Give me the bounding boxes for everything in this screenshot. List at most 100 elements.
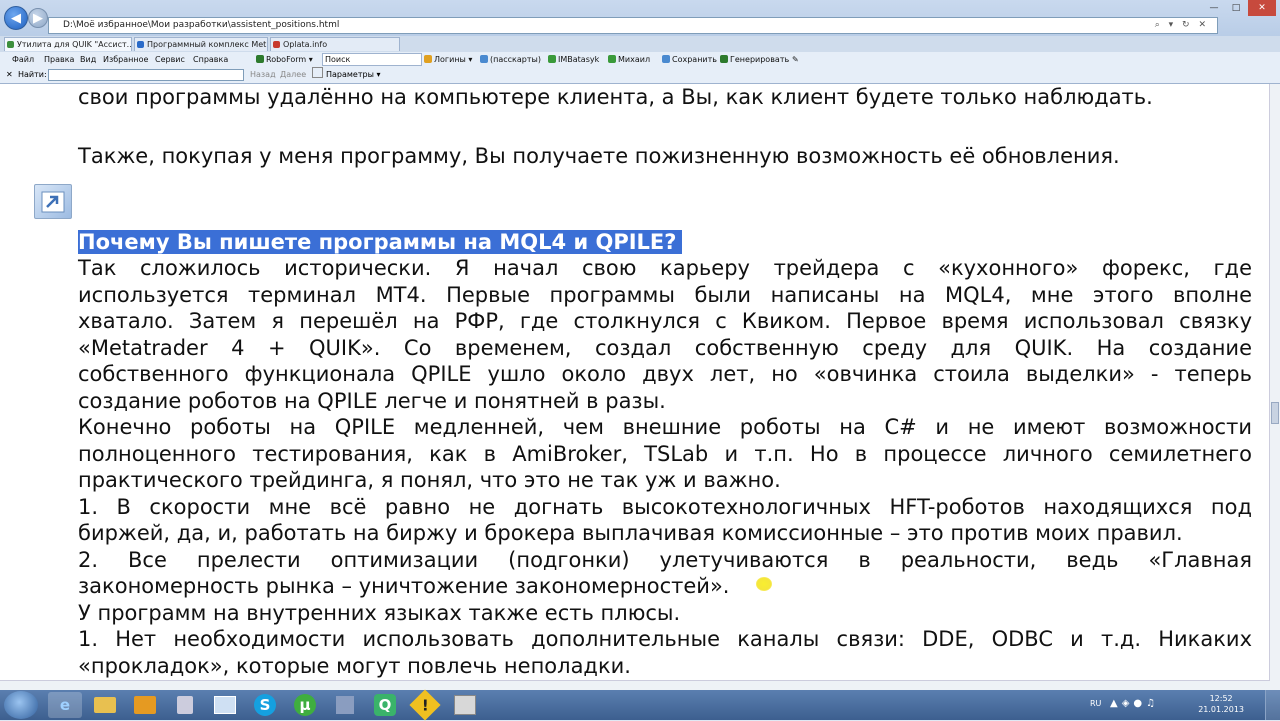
scroll-to-top-icon[interactable]	[34, 184, 72, 219]
logins-button[interactable]: Логины ▾	[424, 52, 472, 67]
logins-label: Логины	[434, 55, 466, 64]
tray-icons[interactable]: ▲◈●♫	[1110, 698, 1159, 709]
ie-browser-icon[interactable]: e	[48, 692, 82, 718]
calculator-icon[interactable]	[168, 692, 202, 718]
find-label: Найти:	[18, 70, 47, 79]
language-indicator[interactable]: RU	[1090, 699, 1101, 708]
roboform-button[interactable]: RoboForm ▾	[256, 52, 313, 67]
clock-time: 12:52	[1209, 694, 1233, 703]
menu-tools[interactable]: Сервис	[155, 52, 185, 67]
find-back-button[interactable]: Назад	[250, 67, 276, 83]
page-content: свои программы удалённо на компьютере кл…	[0, 84, 1270, 690]
show-desktop-button[interactable]	[1265, 690, 1280, 720]
text-line: используется терминал MT4. Первые програ…	[78, 282, 1252, 307]
text-line: закономерность рынка – уничтожение закон…	[78, 574, 730, 598]
address-text: D:\Моё избранное\Мои разработки\assisten…	[63, 20, 340, 30]
paragraph-update: Также, покупая у меня программу, Вы полу…	[78, 144, 1120, 168]
key-icon	[424, 55, 432, 63]
maximize-icon[interactable]: □	[1226, 0, 1246, 16]
save-icon	[662, 55, 670, 63]
mikhail-button[interactable]: Михаил	[608, 52, 650, 67]
app-window-icon[interactable]	[448, 692, 482, 718]
mouse-cursor-highlight	[756, 577, 772, 591]
tab-label: Утилита для QUIK "Ассист...	[17, 40, 132, 49]
imbatsyk-label: IMBatasyk	[558, 55, 600, 64]
forward-arrow-icon[interactable]: ▶	[28, 8, 48, 28]
section-heading: Почему Вы пишете программы на MQL4 и QPI…	[78, 230, 683, 254]
generate-icon	[720, 55, 728, 63]
close-find-icon[interactable]: ✕	[6, 67, 13, 83]
pen-icon[interactable]: ✎	[792, 52, 799, 67]
address-bar[interactable]: D:\Моё избранное\Мои разработки\assisten…	[48, 17, 1218, 34]
save-button[interactable]: Сохранить	[662, 52, 717, 67]
text-line: Конечно роботы на QPILE медленней, чем в…	[78, 415, 1252, 439]
find-next-button[interactable]: Далее	[280, 67, 306, 83]
tab-bar: Утилита для QUIK "Ассист... Программный …	[0, 36, 1280, 53]
window-shape	[214, 696, 236, 714]
utorrent-icon[interactable]: µ	[288, 692, 322, 718]
quik-shape: Q	[374, 694, 396, 716]
text-line: полноценного тестирования, как в AmiBrok…	[78, 441, 1252, 466]
text-line-top: свои программы удалённо на компьютере кл…	[78, 85, 1153, 109]
roboform-label: RoboForm	[266, 55, 307, 64]
warning-mark: !	[421, 696, 429, 714]
close-icon[interactable]: ✕	[1248, 0, 1276, 16]
vertical-scrollbar[interactable]	[1269, 84, 1280, 690]
menu-help[interactable]: Справка	[193, 52, 228, 67]
system-clock[interactable]: 12:52 21.01.2013	[1198, 693, 1244, 715]
quik-icon[interactable]: Q	[368, 692, 402, 718]
back-arrow-icon[interactable]: ◀	[4, 6, 28, 30]
menu-view[interactable]: Вид	[80, 52, 96, 67]
tab-oplata[interactable]: Oplata.info	[270, 37, 400, 51]
find-input[interactable]	[48, 69, 244, 81]
text-line: собственного функционала QPILE ушло окол…	[78, 362, 1252, 386]
window-icon[interactable]	[208, 692, 242, 718]
mikhail-label: Михаил	[618, 55, 651, 64]
text-line: «прокладок», которые могут повлечь непол…	[78, 653, 631, 678]
start-button-icon[interactable]	[4, 691, 38, 719]
text-line: хватало. Затем я перешёл на РФР, где сто…	[78, 309, 1252, 333]
identity-icon	[548, 55, 556, 63]
menu-bar: Файл Правка Вид Избранное Сервис Справка…	[0, 52, 1280, 68]
browser-titlebar: ◀ ▶ D:\Моё избранное\Мои разработки\assi…	[0, 0, 1280, 36]
find-options-button[interactable]: Параметры ▾	[312, 67, 380, 83]
menu-edit[interactable]: Правка	[44, 52, 74, 67]
warning-shape: !	[409, 689, 441, 721]
text-line: 1. В скорости мне всё равно не догнать в…	[78, 494, 1252, 519]
tab-quik-utility[interactable]: Утилита для QUIK "Ассист...	[4, 37, 132, 51]
text-line: 2. Все прелести оптимизации (подгонки) у…	[78, 547, 1252, 572]
menu-file[interactable]: Файл	[12, 52, 34, 67]
text-line: биржей, да, и, работать на биржу и броке…	[78, 521, 1183, 545]
skype-shape: S	[254, 694, 276, 716]
setup-icon[interactable]	[328, 692, 362, 718]
windows-taskbar: e S µ Q ! RU ▲◈●♫ 12:52 21.01.2013	[0, 689, 1280, 721]
passcards-label: (пасскарты)	[490, 55, 541, 64]
menu-favorites[interactable]: Избранное	[103, 52, 148, 67]
tab-metatrader[interactable]: Программный комплекс Met...	[134, 37, 268, 51]
clock-date: 21.01.2013	[1198, 705, 1244, 714]
text-line: практического трейдинга, я понял, что эт…	[78, 468, 781, 492]
passcard-icon	[480, 55, 488, 63]
text-line: Так сложилось исторически. Я начал свою …	[78, 256, 1252, 280]
tab-favicon-icon	[137, 41, 144, 48]
warning-icon[interactable]: !	[408, 689, 442, 721]
setup-shape	[336, 696, 354, 714]
scrollbar-thumb[interactable]	[1271, 402, 1279, 424]
text-line: «Metatrader 4 + QUIK». Со временем, созд…	[78, 335, 1252, 360]
imbatsyk-button[interactable]: IMBatasyk	[548, 52, 599, 67]
text-line: создание роботов на QPILE легче и понятн…	[78, 388, 666, 413]
utorrent-shape: µ	[294, 694, 316, 716]
tab-label: Oplata.info	[283, 40, 328, 49]
options-icon	[312, 67, 323, 78]
outlook-icon[interactable]	[128, 692, 162, 718]
text-line: 1. Нет необходимости использовать дополн…	[78, 627, 1252, 651]
generate-button[interactable]: Генерировать	[720, 52, 789, 67]
address-search-icon[interactable]: ⌕ ▾ ↻ ✕	[1155, 18, 1209, 33]
window-controls: — □ ✕	[1204, 0, 1276, 16]
skype-icon[interactable]: S	[248, 692, 282, 718]
roboform-search-input[interactable]: Поиск	[322, 53, 422, 66]
explorer-folder-icon[interactable]	[88, 692, 122, 718]
minimize-icon[interactable]: —	[1204, 0, 1224, 16]
find-bar: ✕ Найти: Назад Далее Параметры ▾	[0, 67, 1280, 84]
passcards-button[interactable]: (пасскарты)	[480, 52, 541, 67]
